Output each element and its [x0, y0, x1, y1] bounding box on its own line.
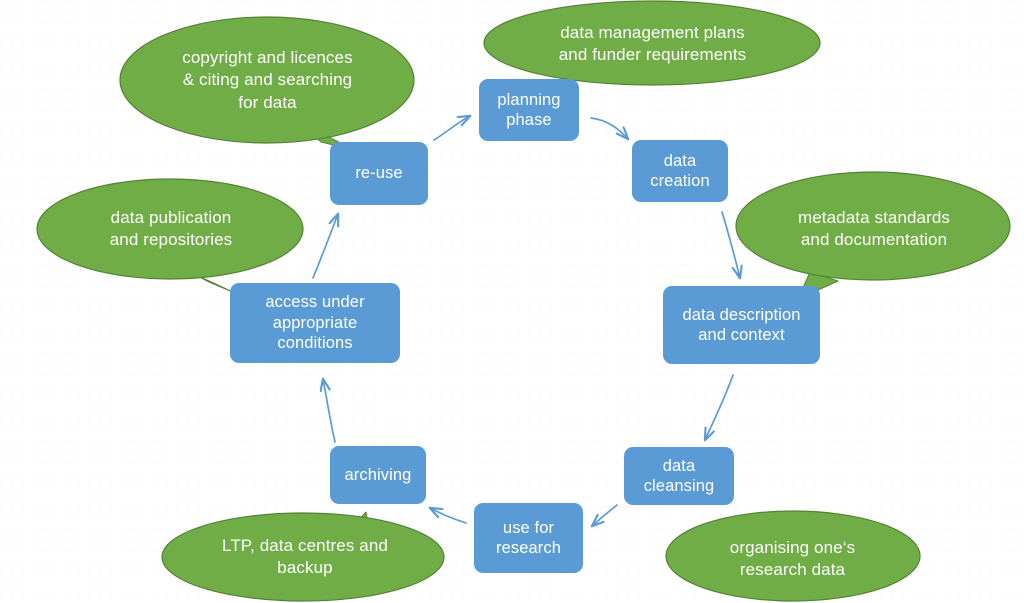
node-text-line: planning — [497, 90, 561, 109]
callout-ellipse — [161, 512, 445, 602]
node-access-under-appropriate-conditions[interactable]: access under appropriate conditions — [230, 283, 400, 363]
node-text-line: and context — [698, 326, 785, 344]
node-text-line: data — [662, 456, 696, 475]
node-text-line: creation — [650, 172, 710, 190]
node-text-line: appropriate — [272, 313, 358, 332]
node-text-line: research — [496, 539, 561, 557]
callout-ellipse — [483, 0, 821, 86]
node-text-line: phase — [506, 111, 552, 129]
callout-copyright-and-licences — [119, 16, 415, 151]
arrow-planning-phase-to-data-creation — [590, 117, 628, 139]
arrow-archiving-to-access-under-conditions — [323, 379, 336, 443]
node-text-line: cleansing — [643, 477, 715, 495]
callout-ellipse — [735, 171, 1011, 281]
node-use-for-research[interactable]: use for research — [474, 503, 583, 573]
arrow-data-cleansing-to-use-for-research — [592, 504, 618, 526]
node-archiving[interactable]: archiving — [330, 446, 426, 504]
node-text-line: access under — [265, 293, 365, 312]
arrow-data-description-to-data-cleansing — [705, 374, 734, 440]
research-data-lifecycle-diagram: copyright and licences & citing and searc… — [0, 0, 1024, 603]
callout-organising-ones-research-data — [665, 510, 921, 602]
node-text-line: archiving — [344, 465, 412, 484]
node-text-line: use for — [502, 518, 555, 537]
callout-ellipse — [665, 510, 921, 602]
node-data-description-and-context[interactable]: data description and context — [663, 286, 820, 364]
node-data-cleansing[interactable]: data cleansing — [624, 447, 734, 505]
callout-ltp-data-centres-and-backup — [161, 511, 445, 602]
callout-metadata-standards — [735, 171, 1011, 300]
callout-data-publication-and-repositories — [36, 178, 304, 294]
node-text-line: conditions — [277, 334, 353, 353]
node-planning-phase[interactable]: planning phase — [479, 79, 579, 141]
callout-ellipse — [119, 16, 415, 144]
node-text-line: data description — [682, 305, 801, 324]
node-text-line: data — [663, 151, 697, 170]
arrow-access-under-conditions-to-re-use — [312, 214, 338, 279]
node-data-creation[interactable]: data creation — [632, 140, 728, 202]
node-re-use[interactable]: re-use — [330, 142, 428, 205]
arrow-use-for-research-to-archiving — [430, 508, 467, 524]
arrow-re-use-to-planning-phase — [433, 116, 470, 141]
callout-ellipse — [36, 178, 304, 280]
node-text-line: re-use — [355, 164, 403, 183]
